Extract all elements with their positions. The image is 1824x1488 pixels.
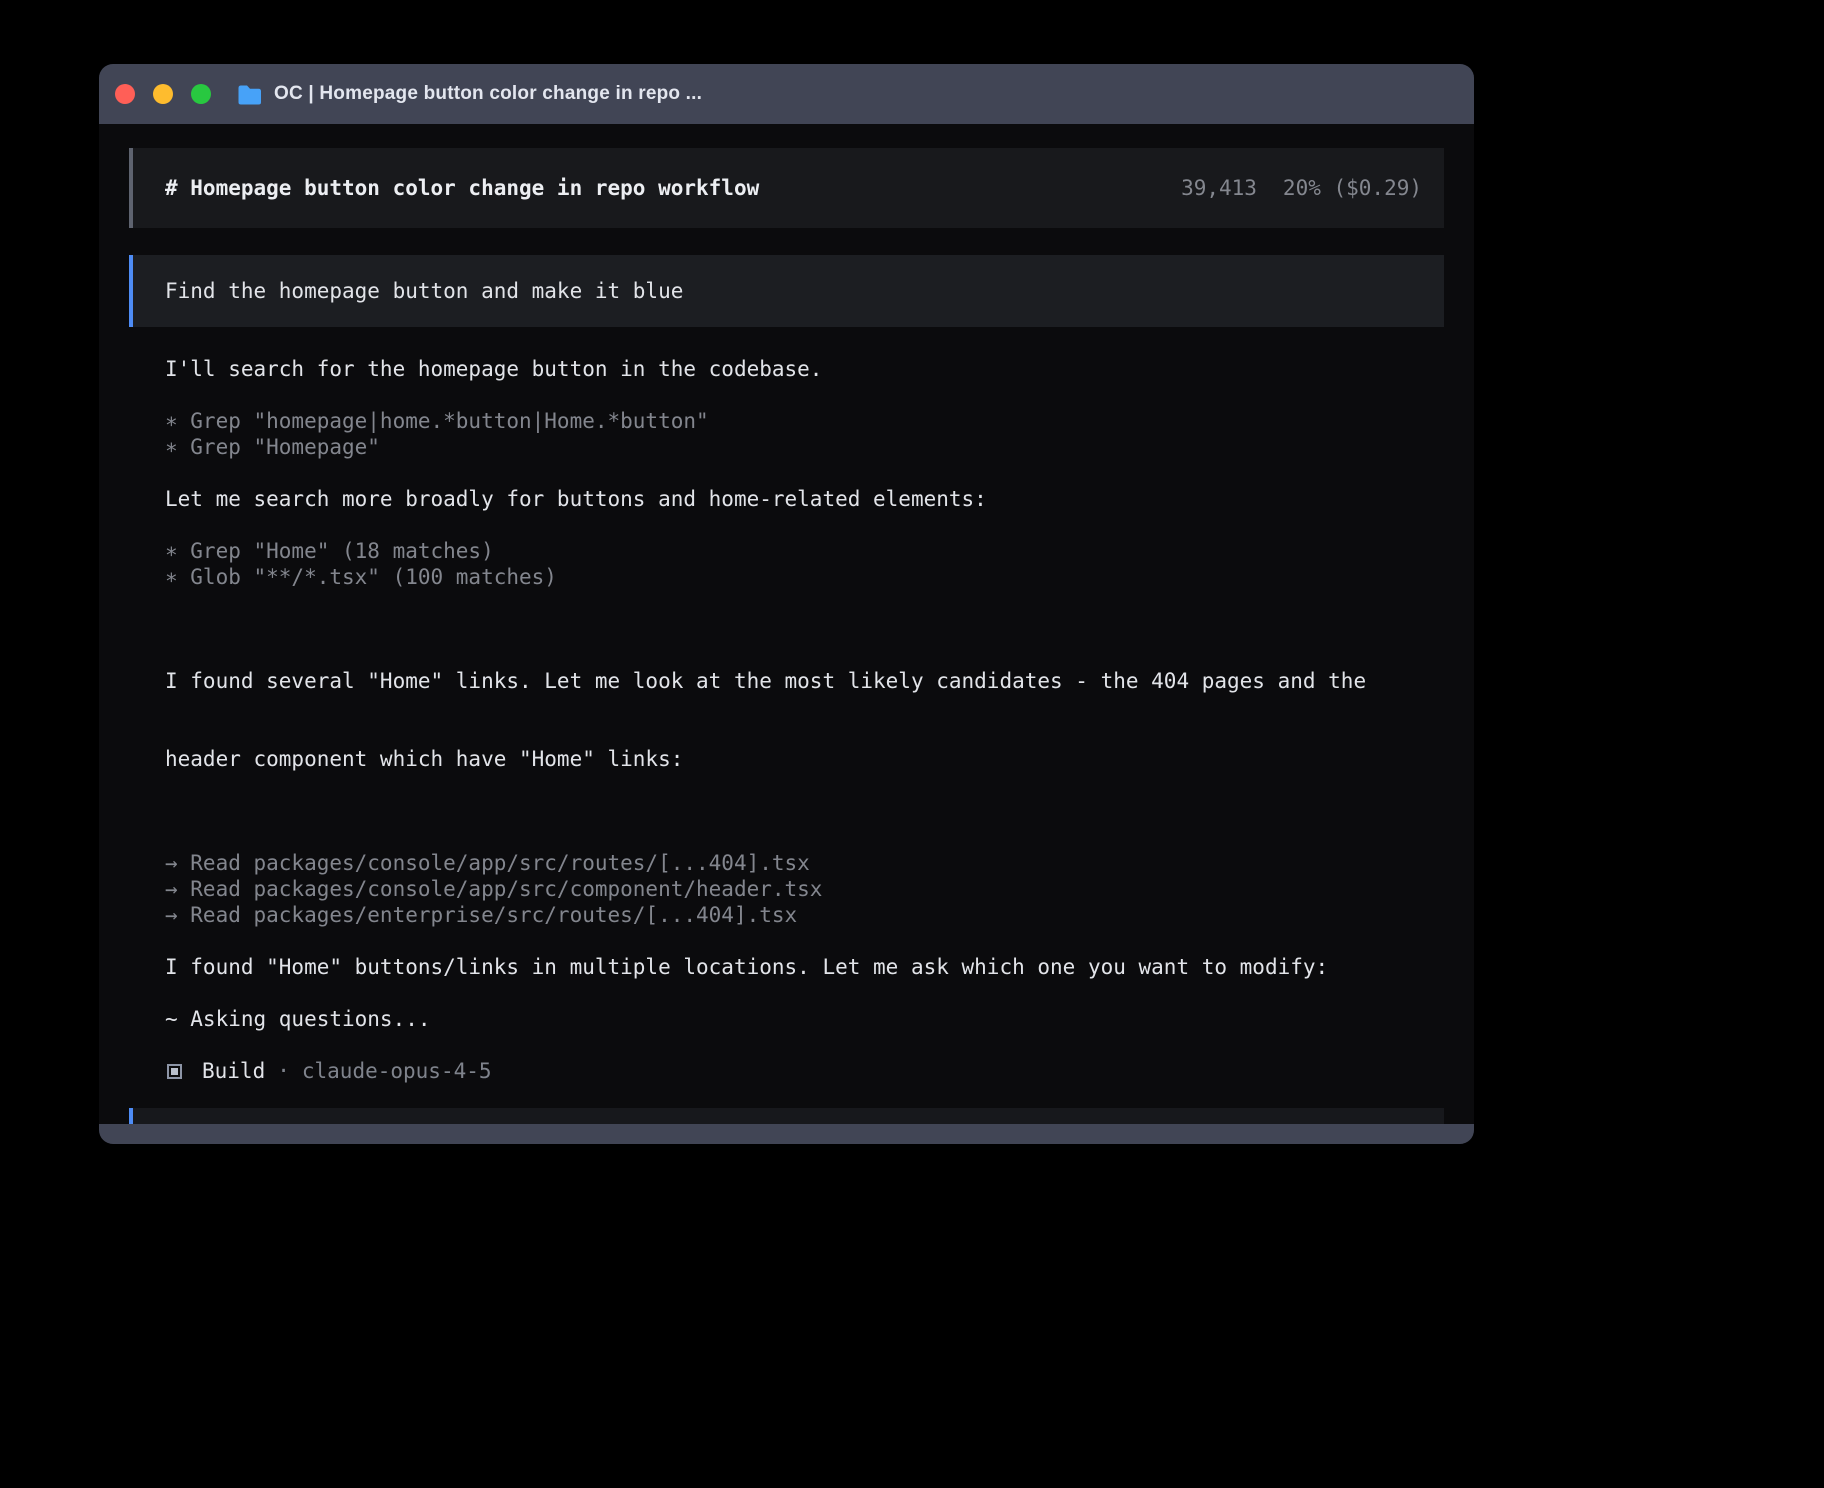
tool-call-glob: ∗ Glob "**/*.tsx" (100 matches) xyxy=(165,564,1442,590)
user-message: Find the homepage button and make it blu… xyxy=(129,255,1444,327)
session-stats: 39,413 20% ($0.29) xyxy=(1181,175,1422,201)
tool-call-read: → Read packages/console/app/src/routes/[… xyxy=(165,850,1442,876)
session-title: # Homepage button color change in repo w… xyxy=(165,175,759,201)
assistant-paragraph-line: header component which have "Home" links… xyxy=(165,746,1442,772)
folder-icon xyxy=(237,84,262,105)
user-message-text: Find the homepage button and make it blu… xyxy=(165,278,683,304)
tool-call-group: ∗ Grep "Home" (18 matches) ∗ Glob "**/*.… xyxy=(165,538,1442,590)
context-usage: 20% ($0.29) xyxy=(1283,175,1422,201)
prompt-input[interactable]: Build Claude Opus 4.5 OpenCode Zen xyxy=(129,1108,1444,1124)
tool-call-grep: ∗ Grep "Home" (18 matches) xyxy=(165,538,1442,564)
tool-call-read: → Read packages/enterprise/src/routes/[.… xyxy=(165,902,1442,928)
window-bottom-frame xyxy=(99,1124,1474,1144)
assistant-paragraph-line: I found several "Home" links. Let me loo… xyxy=(165,668,1442,694)
agent-separator: · xyxy=(277,1058,290,1084)
asking-questions-status: ~ Asking questions... xyxy=(165,1006,1442,1032)
zoom-button[interactable] xyxy=(191,84,211,104)
assistant-paragraph: Let me search more broadly for buttons a… xyxy=(165,486,1442,512)
window-controls xyxy=(115,84,211,104)
agent-status-row: Build · claude-opus-4-5 xyxy=(165,1058,1442,1084)
desktop-background: OC | Homepage button color change in rep… xyxy=(0,0,1824,1488)
title-bar[interactable]: OC | Homepage button color change in rep… xyxy=(99,64,1474,124)
tool-call-grep: ∗ Grep "Homepage" xyxy=(165,434,1442,460)
tool-call-group: → Read packages/console/app/src/routes/[… xyxy=(165,850,1442,928)
token-count: 39,413 xyxy=(1181,175,1257,201)
minimize-button[interactable] xyxy=(153,84,173,104)
tool-call-grep: ∗ Grep "homepage|home.*button|Home.*butt… xyxy=(165,408,1442,434)
close-button[interactable] xyxy=(115,84,135,104)
assistant-paragraph: I found several "Home" links. Let me loo… xyxy=(165,616,1442,824)
agent-name: Build xyxy=(202,1058,265,1084)
agent-model: claude-opus-4-5 xyxy=(302,1058,492,1084)
assistant-transcript: I'll search for the homepage button in t… xyxy=(165,356,1442,1084)
tool-call-read: → Read packages/console/app/src/componen… xyxy=(165,876,1442,902)
terminal-window: OC | Homepage button color change in rep… xyxy=(99,64,1474,1144)
agent-build-icon xyxy=(167,1064,182,1079)
assistant-paragraph: I found "Home" buttons/links in multiple… xyxy=(165,954,1442,980)
terminal-content[interactable]: # Homepage button color change in repo w… xyxy=(99,124,1474,1124)
session-header: # Homepage button color change in repo w… xyxy=(129,148,1444,228)
window-title: OC | Homepage button color change in rep… xyxy=(274,83,702,105)
assistant-paragraph: I'll search for the homepage button in t… xyxy=(165,356,1442,382)
tool-call-group: ∗ Grep "homepage|home.*button|Home.*butt… xyxy=(165,408,1442,460)
